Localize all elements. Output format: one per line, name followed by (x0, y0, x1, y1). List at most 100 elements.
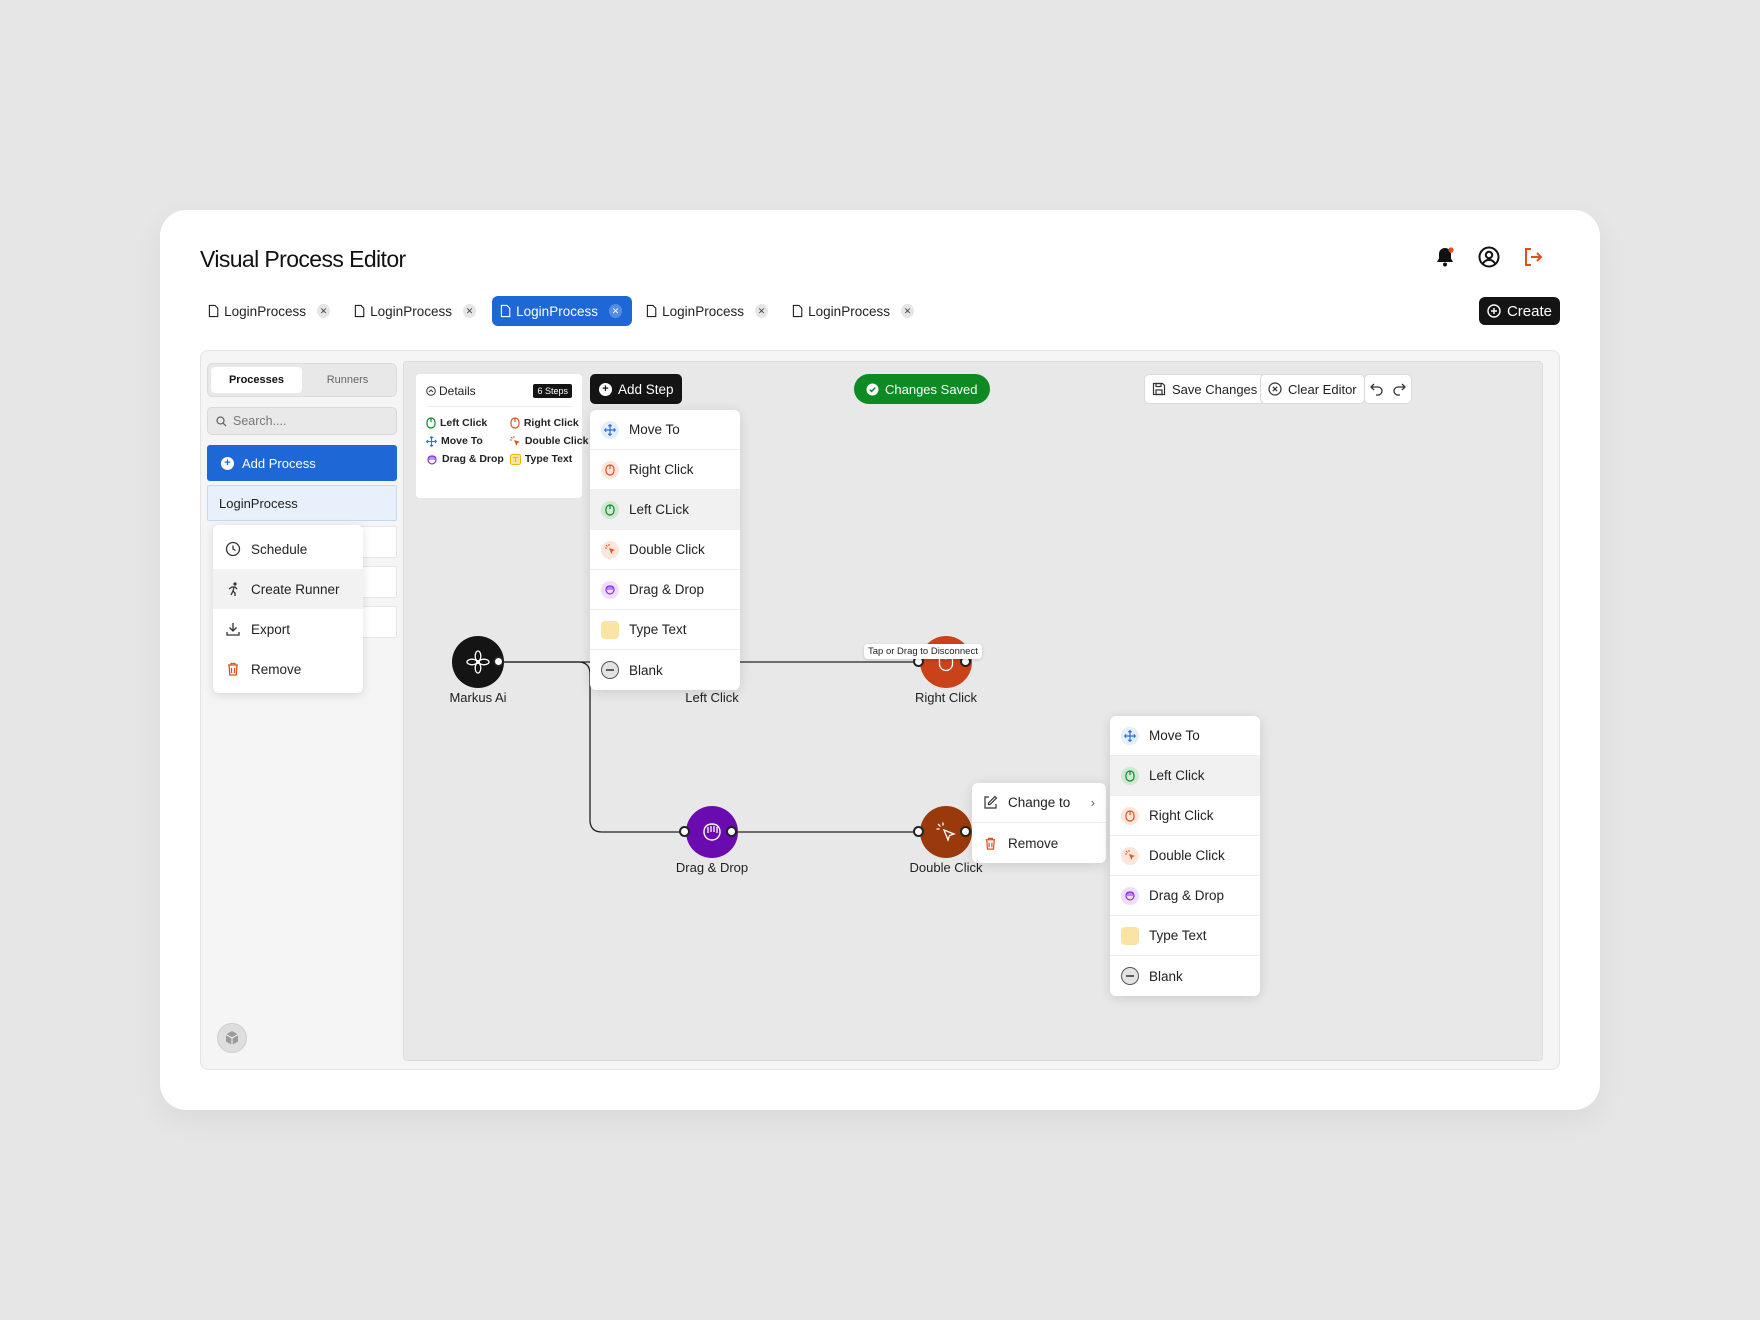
menu-item-label: Right Click (1149, 808, 1214, 823)
connection-port[interactable] (726, 826, 737, 837)
save-changes-button[interactable]: Save Changes (1144, 374, 1266, 404)
clear-editor-button[interactable]: Clear Editor (1260, 374, 1365, 404)
legend-right-click: Right Click (510, 417, 589, 429)
menu-item-change-to[interactable]: Change to › (972, 783, 1106, 823)
details-header[interactable]: Details 6 Steps (426, 384, 572, 407)
process-item[interactable]: LoginProcess (207, 485, 397, 521)
menu-item-right-click[interactable]: Right Click (1110, 796, 1260, 836)
double-click-icon (936, 822, 956, 842)
tab-label: LoginProcess (662, 303, 744, 319)
menu-item-label: Schedule (251, 541, 308, 557)
double-click-icon (509, 435, 520, 446)
runner-icon (228, 582, 238, 596)
node-label: Drag & Drop (675, 860, 749, 875)
redo-icon[interactable] (1391, 381, 1407, 397)
close-icon[interactable]: ✕ (462, 304, 476, 318)
node-context-menu: Change to › Remove (972, 783, 1106, 863)
double-click-icon (1121, 846, 1139, 865)
menu-item-label: Move To (1149, 728, 1200, 743)
menu-item-create-runner[interactable]: Create Runner (213, 569, 363, 609)
menu-item-blank[interactable]: Blank (1110, 956, 1260, 996)
menu-item-label: Right Click (629, 462, 694, 477)
tab-loginprocess-3[interactable]: LoginProcess ✕ (492, 296, 632, 326)
menu-item-left-click[interactable]: Left Click (1110, 756, 1260, 796)
workspace-avatar[interactable] (217, 1023, 247, 1053)
tab-loginprocess-2[interactable]: LoginProcess ✕ (346, 296, 486, 326)
process-item-label: LoginProcess (219, 495, 298, 511)
undo-icon[interactable] (1369, 381, 1385, 397)
chevron-up-circle-icon (426, 386, 436, 396)
add-step-menu: Move To Right Click Left CLick Double Cl… (590, 410, 740, 690)
menu-item-move-to[interactable]: Move To (590, 410, 740, 450)
node-label: Markus Ai (449, 690, 507, 705)
menu-item-label: Create Runner (251, 581, 340, 597)
tab-loginprocess-1[interactable]: LoginProcess ✕ (200, 296, 340, 326)
plus-icon: + (599, 382, 612, 396)
hand-grab-icon (427, 454, 437, 465)
menu-item-blank[interactable]: Blank (590, 650, 740, 690)
clear-label: Clear Editor (1288, 381, 1357, 397)
tab-processes[interactable]: Processes (211, 367, 302, 393)
menu-item-move-to[interactable]: Move To (1110, 716, 1260, 756)
close-icon[interactable]: ✕ (608, 304, 622, 318)
menu-item-label: Double Click (629, 542, 705, 557)
menu-item-double-click[interactable]: Double Click (1110, 836, 1260, 876)
x-circle-icon (1268, 382, 1282, 396)
legend-label: Move To (441, 435, 483, 447)
move-icon (601, 420, 619, 439)
menu-item-schedule[interactable]: Schedule (213, 529, 363, 569)
add-step-label: Add Step (618, 381, 674, 397)
connection-port[interactable] (960, 826, 971, 837)
search-input[interactable]: Search.... (207, 407, 397, 435)
details-panel: Details 6 Steps Left Click Right Click M… (416, 374, 588, 498)
clock-icon (225, 541, 241, 557)
menu-item-drag-drop[interactable]: Drag & Drop (1110, 876, 1260, 916)
create-label: Create (1506, 302, 1552, 320)
logout-icon[interactable] (1522, 246, 1544, 268)
status-badge: Changes Saved (854, 374, 990, 404)
save-icon (1152, 382, 1166, 396)
process-tabs: LoginProcess ✕ LoginProcess ✕ LoginProce… (200, 296, 924, 326)
trash-icon (228, 662, 238, 676)
legend-label: Right Click (523, 417, 579, 429)
mouse-left-icon (426, 417, 436, 429)
process-context-menu: Schedule Create Runner Export Remove (213, 525, 363, 693)
menu-item-label: Type Text (629, 622, 687, 637)
tab-loginprocess-5[interactable]: LoginProcess ✕ (784, 296, 924, 326)
tab-loginprocess-4[interactable]: LoginProcess ✕ (638, 296, 778, 326)
steps-badge: 6 Steps (533, 384, 572, 398)
flow-canvas[interactable]: Details 6 Steps Left Click Right Click M… (403, 361, 1543, 1061)
menu-item-label: Remove (251, 661, 302, 677)
menu-item-double-click[interactable]: Double Click (590, 530, 740, 570)
connection-port[interactable] (913, 826, 924, 837)
menu-item-remove[interactable]: Remove (213, 649, 363, 689)
change-to-submenu: Move To Left Click Right Click Double Cl… (1110, 716, 1260, 996)
menu-item-type-text[interactable]: Type Text (1110, 916, 1260, 956)
add-process-button[interactable]: + Add Process (207, 445, 397, 481)
bell-icon[interactable] (1434, 246, 1456, 268)
mouse-left-icon (601, 500, 619, 519)
tab-runners[interactable]: Runners (302, 367, 393, 393)
legend-label: Double Click (524, 435, 589, 447)
connection-port[interactable] (679, 826, 690, 837)
menu-item-type-text[interactable]: Type Text (590, 610, 740, 650)
editor-panel: Processes Runners Search.... + Add Proce… (200, 350, 1560, 1070)
close-icon[interactable]: ✕ (900, 304, 914, 318)
add-process-label: Add Process (242, 455, 316, 471)
add-step-button[interactable]: + Add Step (590, 374, 682, 404)
menu-item-left-click[interactable]: Left CLick (590, 490, 740, 530)
minus-circle-icon (1121, 967, 1139, 985)
tab-label: LoginProcess (224, 303, 306, 319)
document-icon (354, 304, 365, 318)
connection-port[interactable] (493, 656, 504, 667)
menu-item-right-click[interactable]: Right Click (590, 450, 740, 490)
close-icon[interactable]: ✕ (754, 304, 768, 318)
menu-item-remove-node[interactable]: Remove (972, 823, 1106, 863)
user-circle-icon[interactable] (1478, 246, 1500, 268)
menu-item-drag-drop[interactable]: Drag & Drop (590, 570, 740, 610)
create-button[interactable]: Create (1478, 297, 1560, 325)
close-icon[interactable]: ✕ (316, 304, 330, 318)
header-actions (1434, 246, 1544, 268)
menu-item-export[interactable]: Export (213, 609, 363, 649)
search-placeholder: Search.... (233, 414, 287, 428)
